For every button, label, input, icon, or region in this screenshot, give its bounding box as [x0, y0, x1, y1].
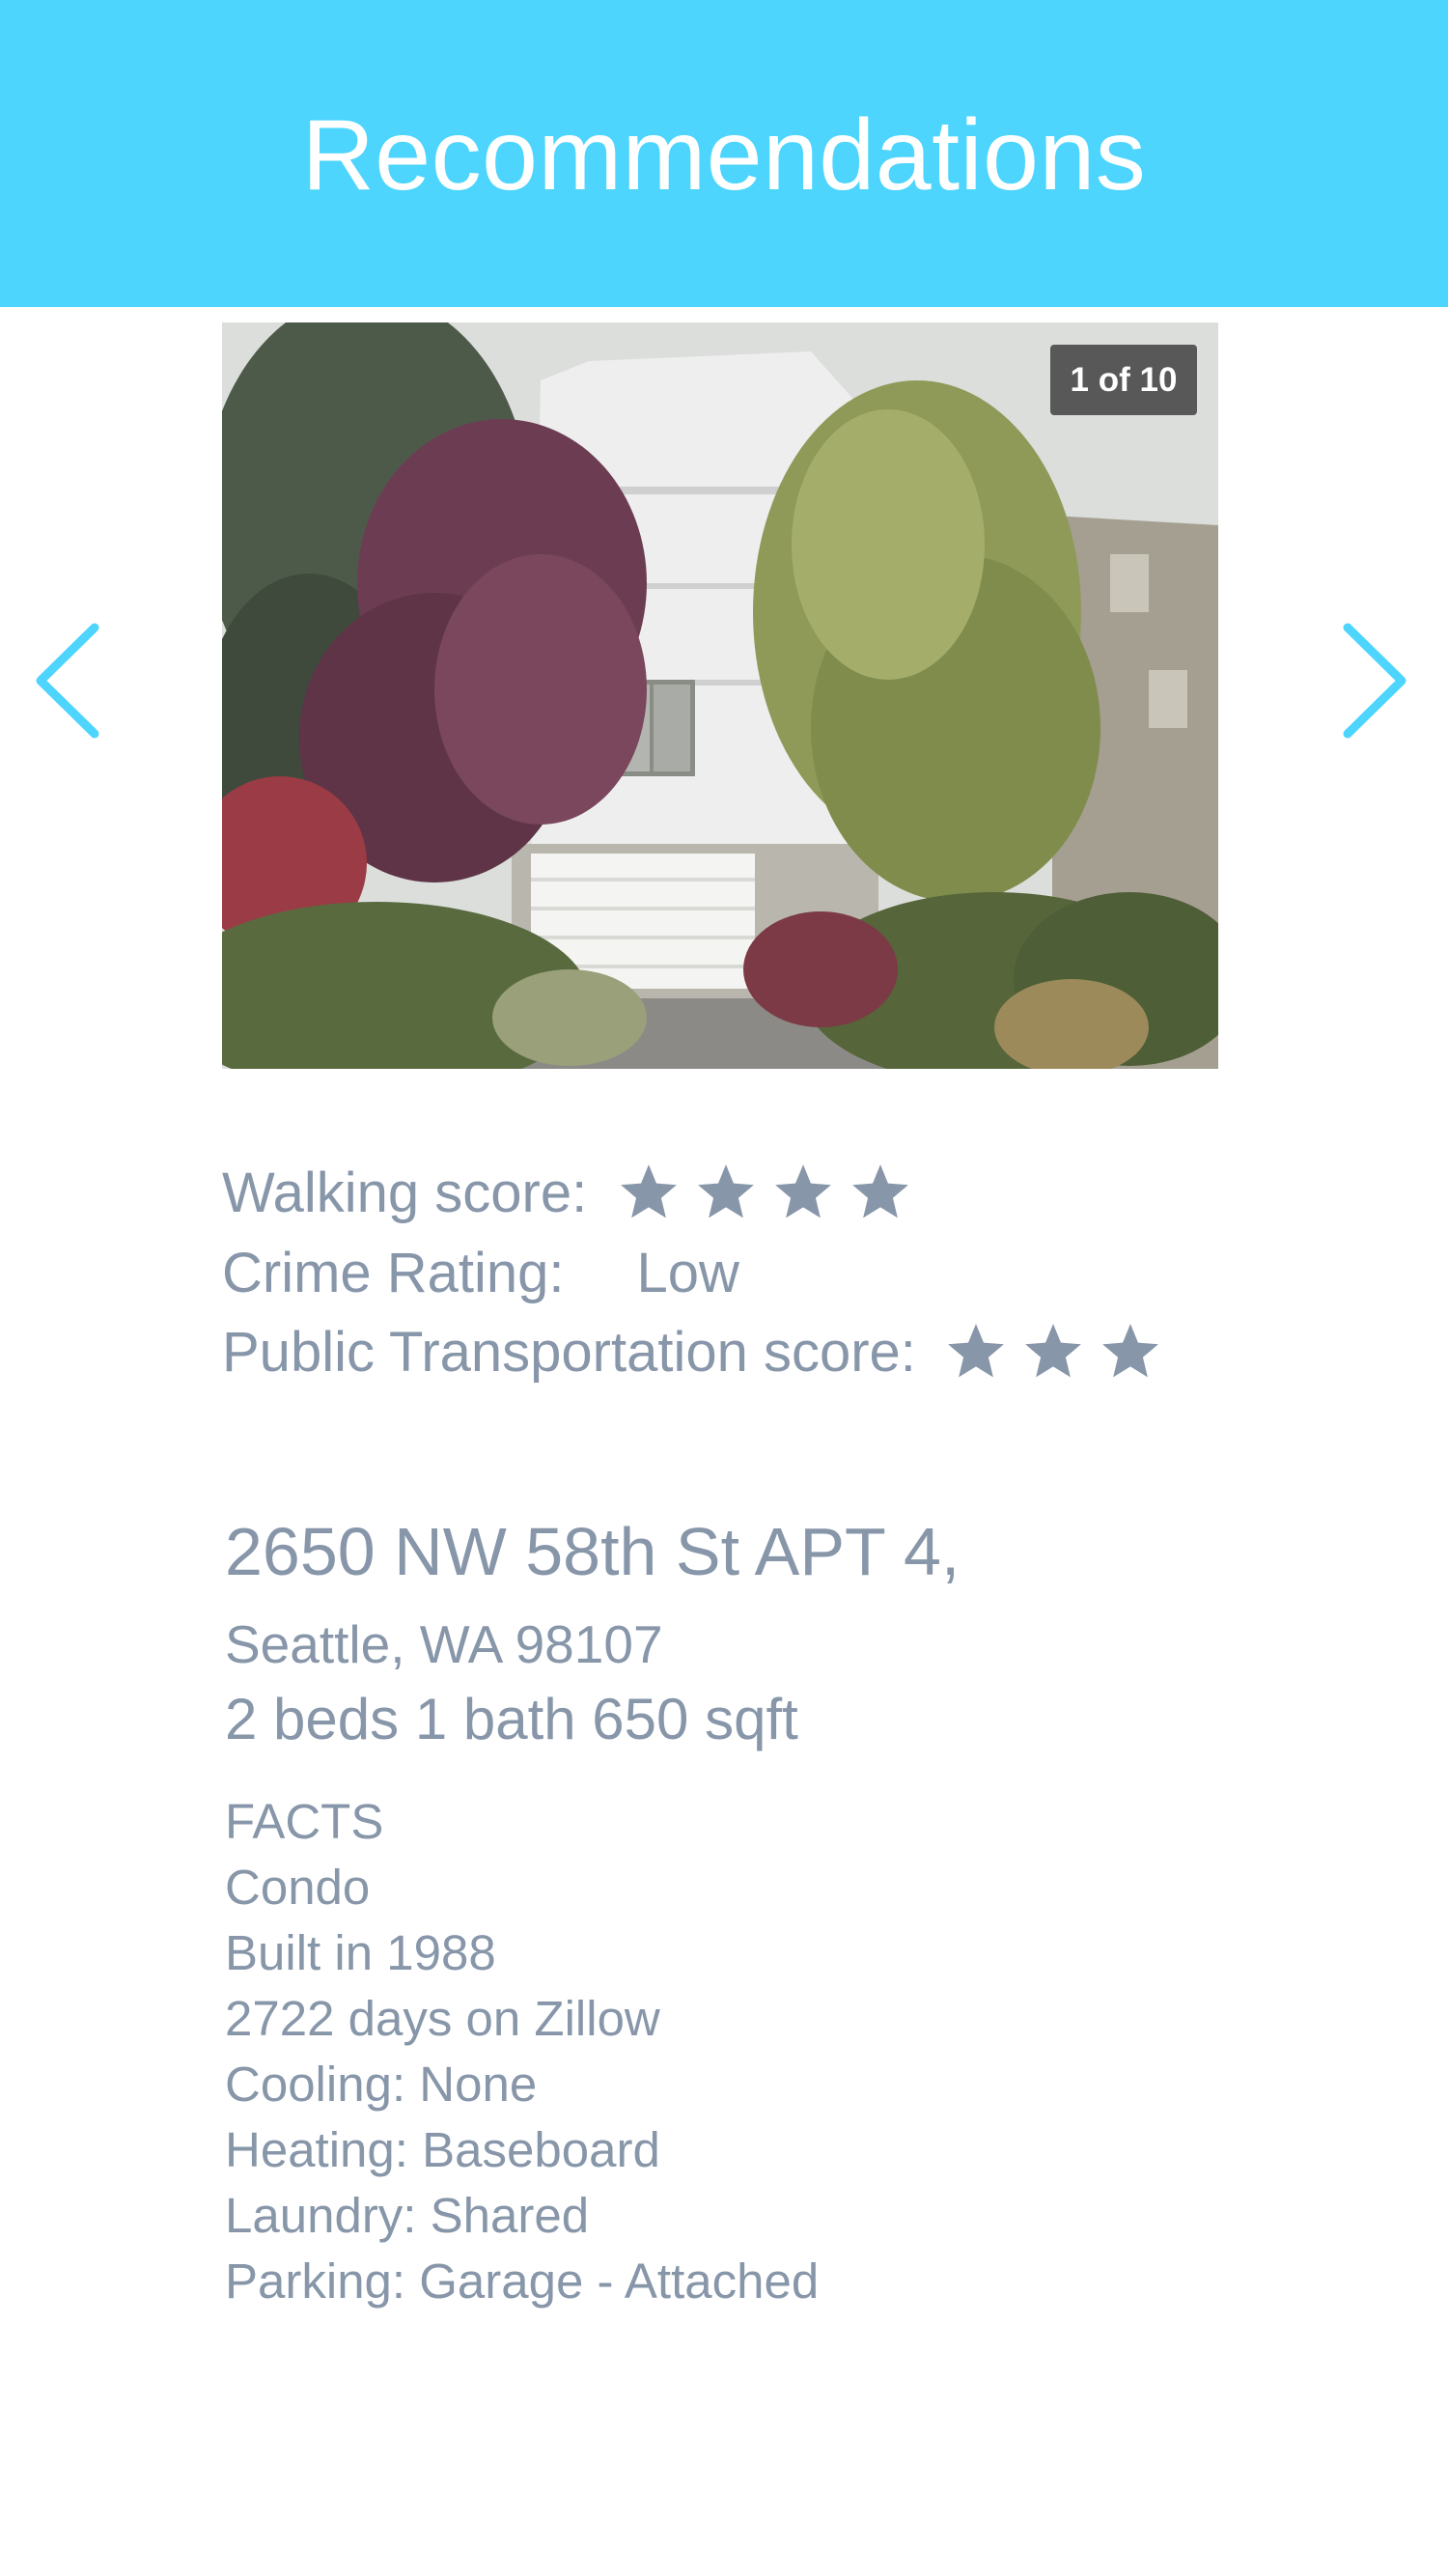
- next-listing-button[interactable]: [1336, 618, 1413, 743]
- chevron-right-icon: [1343, 623, 1406, 739]
- facts-heading: FACTS: [225, 1794, 384, 1849]
- house-photo-image: [222, 322, 1218, 1069]
- chevron-left-icon: [36, 623, 99, 739]
- star-icon: [693, 1161, 759, 1224]
- fact-item: Parking: Garage - Attached: [225, 2254, 820, 2309]
- fact-item: Condo: [225, 1860, 371, 1915]
- app-header: Recommendations: [0, 0, 1448, 307]
- fact-item: Heating: Baseboard: [225, 2122, 660, 2177]
- star-icon: [1098, 1320, 1163, 1384]
- crime-rating-row: Crime Rating: Low: [222, 1234, 739, 1311]
- star-icon: [1020, 1320, 1086, 1384]
- fact-item: 2722 days on Zillow: [225, 1991, 660, 2046]
- star-icon: [848, 1161, 913, 1224]
- fact-item: Cooling: None: [225, 2057, 538, 2112]
- listing-address: 2650 NW 58th St APT 4,: [225, 1514, 961, 1589]
- star-icon: [616, 1161, 682, 1224]
- previous-listing-button[interactable]: [29, 618, 106, 743]
- transit-score-stars: [943, 1320, 1175, 1384]
- facts-list: FACTS Condo Built in 1988 2722 days on Z…: [225, 1789, 819, 2314]
- walking-score-label: Walking score:: [222, 1161, 588, 1224]
- transit-score-row: Public Transportation score:: [222, 1313, 1175, 1390]
- star-icon: [770, 1161, 836, 1224]
- listing-photo[interactable]: [222, 322, 1218, 1069]
- walking-score-row: Walking score:: [222, 1154, 925, 1231]
- transit-score-label: Public Transportation score:: [222, 1320, 916, 1384]
- listing-city-state-zip: Seattle, WA 98107: [225, 1614, 663, 1674]
- star-icon: [943, 1320, 1009, 1384]
- photo-counter-badge: 1 of 10: [1050, 345, 1197, 415]
- fact-item: Laundry: Shared: [225, 2188, 590, 2243]
- crime-rating-value: Low: [636, 1241, 739, 1304]
- fact-item: Built in 1988: [225, 1925, 496, 1980]
- walking-score-stars: [616, 1161, 925, 1224]
- listing-summary: 2 beds 1 bath 650 sqft: [225, 1687, 798, 1751]
- crime-rating-label: Crime Rating:: [222, 1241, 565, 1304]
- page-title: Recommendations: [301, 99, 1147, 211]
